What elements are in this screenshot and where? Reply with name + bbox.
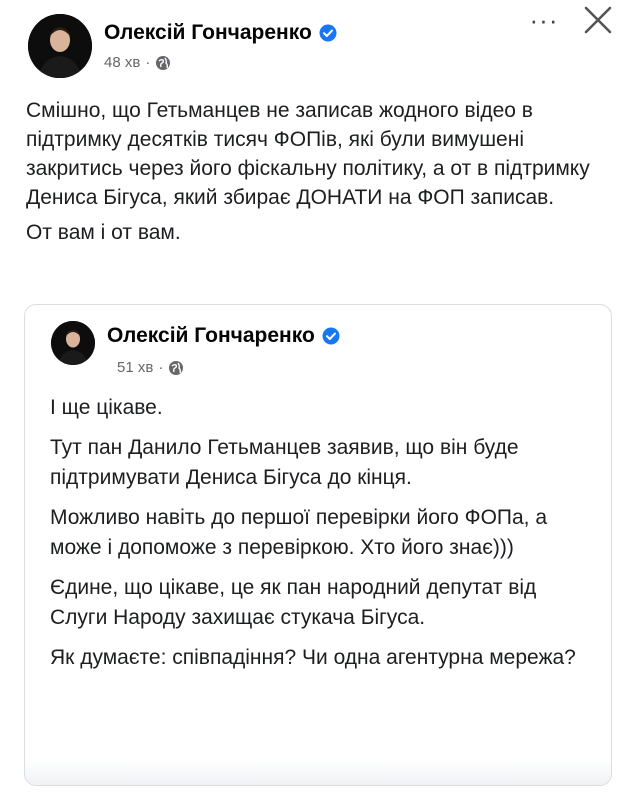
shared-post-body: І ще цікаве. Тут пан Данило Гетьманцев з… <box>50 393 590 683</box>
shared-paragraph: Можливо навіть до першої перевірки його … <box>50 506 548 559</box>
shared-post-header: Олексій Гончаренко 51 хв · <box>51 321 591 391</box>
card-bottom-edge <box>25 759 611 785</box>
meta-separator: · <box>158 359 164 376</box>
author-name-row: Олексій Гончаренко <box>104 21 337 45</box>
post-paragraph: От вам і от вам. <box>26 221 181 244</box>
author-avatar[interactable] <box>28 14 92 78</box>
meta-separator: · <box>145 54 151 71</box>
globe-icon[interactable] <box>155 55 171 71</box>
post-timestamp[interactable]: 48 хв <box>104 54 140 71</box>
shared-author-name[interactable]: Олексій Гончаренко <box>107 324 315 348</box>
verified-badge-icon <box>322 327 340 345</box>
verified-badge-icon <box>319 24 337 42</box>
close-icon[interactable] <box>578 0 618 40</box>
facebook-post: Олексій Гончаренко 48 хв · ··· Смішно, щ… <box>0 0 640 800</box>
shared-author-avatar[interactable] <box>51 321 95 365</box>
avatar-image <box>28 14 92 78</box>
more-options-icon[interactable]: ··· <box>524 4 564 36</box>
shared-author-name-row: Олексій Гончаренко <box>107 324 340 348</box>
shared-post-card[interactable]: Олексій Гончаренко 51 хв · І ще цікаве. … <box>24 304 612 786</box>
shared-post-timestamp[interactable]: 51 хв <box>117 359 153 376</box>
shared-post-meta: 51 хв · <box>117 359 184 376</box>
post-meta: 48 хв · <box>104 54 171 71</box>
post-body: Смішно, що Гетьманцев не записав жодного… <box>26 96 616 253</box>
post-paragraph: Смішно, що Гетьманцев не записав жодного… <box>26 99 590 209</box>
globe-icon[interactable] <box>168 360 184 376</box>
shared-paragraph: Єдине, що цікаве, це як пан народний деп… <box>50 576 537 629</box>
shared-paragraph: Як думаєте: співпадіння? Чи одна агентур… <box>50 646 576 669</box>
avatar-image <box>51 321 95 365</box>
shared-paragraph: І ще цікаве. <box>50 396 163 419</box>
author-name[interactable]: Олексій Гончаренко <box>104 21 312 45</box>
shared-paragraph: Тут пан Данило Гетьманцев заявив, що він… <box>50 436 519 489</box>
